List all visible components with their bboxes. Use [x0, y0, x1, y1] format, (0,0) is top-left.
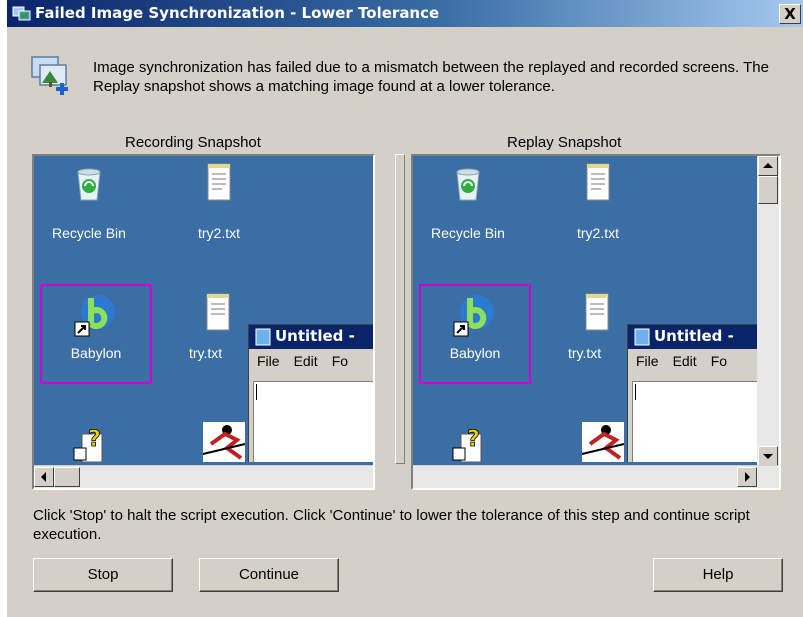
desktop-icon-label: Recycle Bin: [52, 225, 126, 241]
notepad-menu: File Edit Fo: [249, 353, 373, 375]
skier-game-icon: [202, 422, 246, 462]
notepad-titlebar: Untitled -: [628, 325, 759, 349]
notepad-edit-area: [253, 381, 373, 462]
replay-horizontal-scrollbar[interactable]: [413, 465, 779, 488]
replay-desktop: Recycle Bin try2.txt Babylon try.txt ? U…: [413, 156, 759, 462]
recording-horizontal-scrollbar[interactable]: [34, 465, 373, 488]
replay-vertical-scrollbar[interactable]: [757, 156, 779, 466]
desktop-icon-label: Babylon: [449, 345, 501, 361]
arrow-right-icon: [745, 472, 750, 482]
desktop-icon-label: try.txt: [189, 345, 223, 361]
babylon-icon: [74, 295, 115, 337]
desktop-icon-try: try.txt: [568, 292, 628, 361]
scroll-thumb[interactable]: [54, 467, 80, 487]
notepad-menu-file: File: [636, 353, 659, 369]
desktop-icon-label: try2.txt: [197, 225, 240, 241]
notepad-menu-format: Fo: [331, 353, 349, 369]
desktop-icon-label: try2.txt: [576, 225, 619, 241]
recording-desktop: Recycle Bin try2.txt Babylon try.txt ? U…: [34, 156, 373, 462]
desktop-icon-label: try.txt: [568, 345, 602, 361]
text-file-icon: [586, 163, 610, 201]
notepad-menu-format: Fo: [710, 353, 728, 369]
desktop-icon-babylon: Babylon: [51, 292, 141, 361]
image-sync-icon: [31, 56, 68, 95]
close-button[interactable]: X: [779, 4, 801, 24]
help-file-icon: ?: [73, 427, 103, 462]
desktop-icon-recycle-bin: Recycle Bin: [423, 164, 513, 241]
desktop-icon-recycle-bin: Recycle Bin: [44, 164, 134, 241]
svg-text:?: ?: [88, 427, 101, 452]
text-file-icon: [206, 293, 230, 331]
text-caret: [635, 384, 636, 400]
scroll-right-button[interactable]: [737, 467, 757, 487]
sync-app-icon: [12, 6, 31, 21]
failed-sync-dialog: Failed Image Synchronization - Lower Tol…: [6, 0, 803, 617]
continue-button[interactable]: Continue: [199, 558, 339, 592]
panel-splitter[interactable]: [391, 154, 411, 464]
desktop-icon-label: Recycle Bin: [431, 225, 505, 241]
babylon-icon: [453, 295, 494, 337]
sync-failure-message: Image synchronization has failed due to …: [93, 59, 769, 95]
scroll-down-button[interactable]: [758, 446, 778, 466]
notepad-menu-file: File: [257, 353, 280, 369]
scroll-left-button[interactable]: [34, 467, 54, 487]
help-button[interactable]: Help: [653, 558, 783, 592]
vertical-scroll-thumb[interactable]: [758, 176, 778, 204]
notepad-titlebar: Untitled -: [249, 325, 373, 349]
notepad-menu-edit: Edit: [293, 353, 318, 369]
recording-snapshot-view[interactable]: Recycle Bin try2.txt Babylon try.txt ? U…: [32, 154, 375, 490]
replay-snapshot-view[interactable]: Recycle Bin try2.txt Babylon try.txt ? U…: [411, 154, 781, 490]
stop-button[interactable]: Stop: [33, 558, 173, 592]
arrow-left-icon: [41, 472, 46, 482]
notepad-window: Untitled - File Edit Fo: [627, 324, 759, 462]
desktop-icon-try: try.txt: [189, 292, 249, 361]
notepad-menu: File Edit Fo: [628, 353, 759, 375]
help-file-icon: ?: [452, 427, 482, 462]
text-caret: [256, 384, 257, 400]
recording-snapshot-label: Recording Snapshot: [125, 134, 261, 151]
notepad-title: Untitled -: [275, 327, 355, 345]
text-file-icon: [585, 293, 609, 331]
recycle-bin-icon: [77, 168, 101, 201]
desktop-icon-try2: try2.txt: [179, 162, 259, 241]
replay-snapshot-label: Replay Snapshot: [507, 134, 622, 151]
notepad-window: Untitled - File Edit Fo: [248, 324, 373, 462]
notepad-edit-area: [632, 381, 759, 462]
notepad-icon: [634, 328, 650, 346]
recycle-bin-icon: [456, 168, 480, 201]
window-title: Failed Image Synchronization - Lower Tol…: [35, 4, 440, 22]
close-icon: X: [784, 5, 796, 23]
title-bar[interactable]: Failed Image Synchronization - Lower Tol…: [7, 0, 803, 27]
notepad-menu-edit: Edit: [672, 353, 697, 369]
text-file-icon: [207, 163, 231, 201]
desktop-icon-label: Babylon: [70, 345, 122, 361]
instruction-text: Click 'Stop' to halt the script executio…: [33, 507, 750, 543]
desktop-icon-babylon: Babylon: [430, 292, 520, 361]
desktop-icon-try2: try2.txt: [558, 162, 638, 241]
skier-game-icon: [581, 422, 625, 462]
scroll-up-button[interactable]: [758, 156, 778, 176]
arrow-down-icon: [763, 454, 773, 459]
arrow-up-icon: [763, 163, 773, 168]
notepad-title: Untitled -: [654, 327, 734, 345]
splitter-handle[interactable]: [395, 154, 405, 464]
svg-text:?: ?: [467, 427, 480, 452]
notepad-icon: [255, 328, 271, 346]
